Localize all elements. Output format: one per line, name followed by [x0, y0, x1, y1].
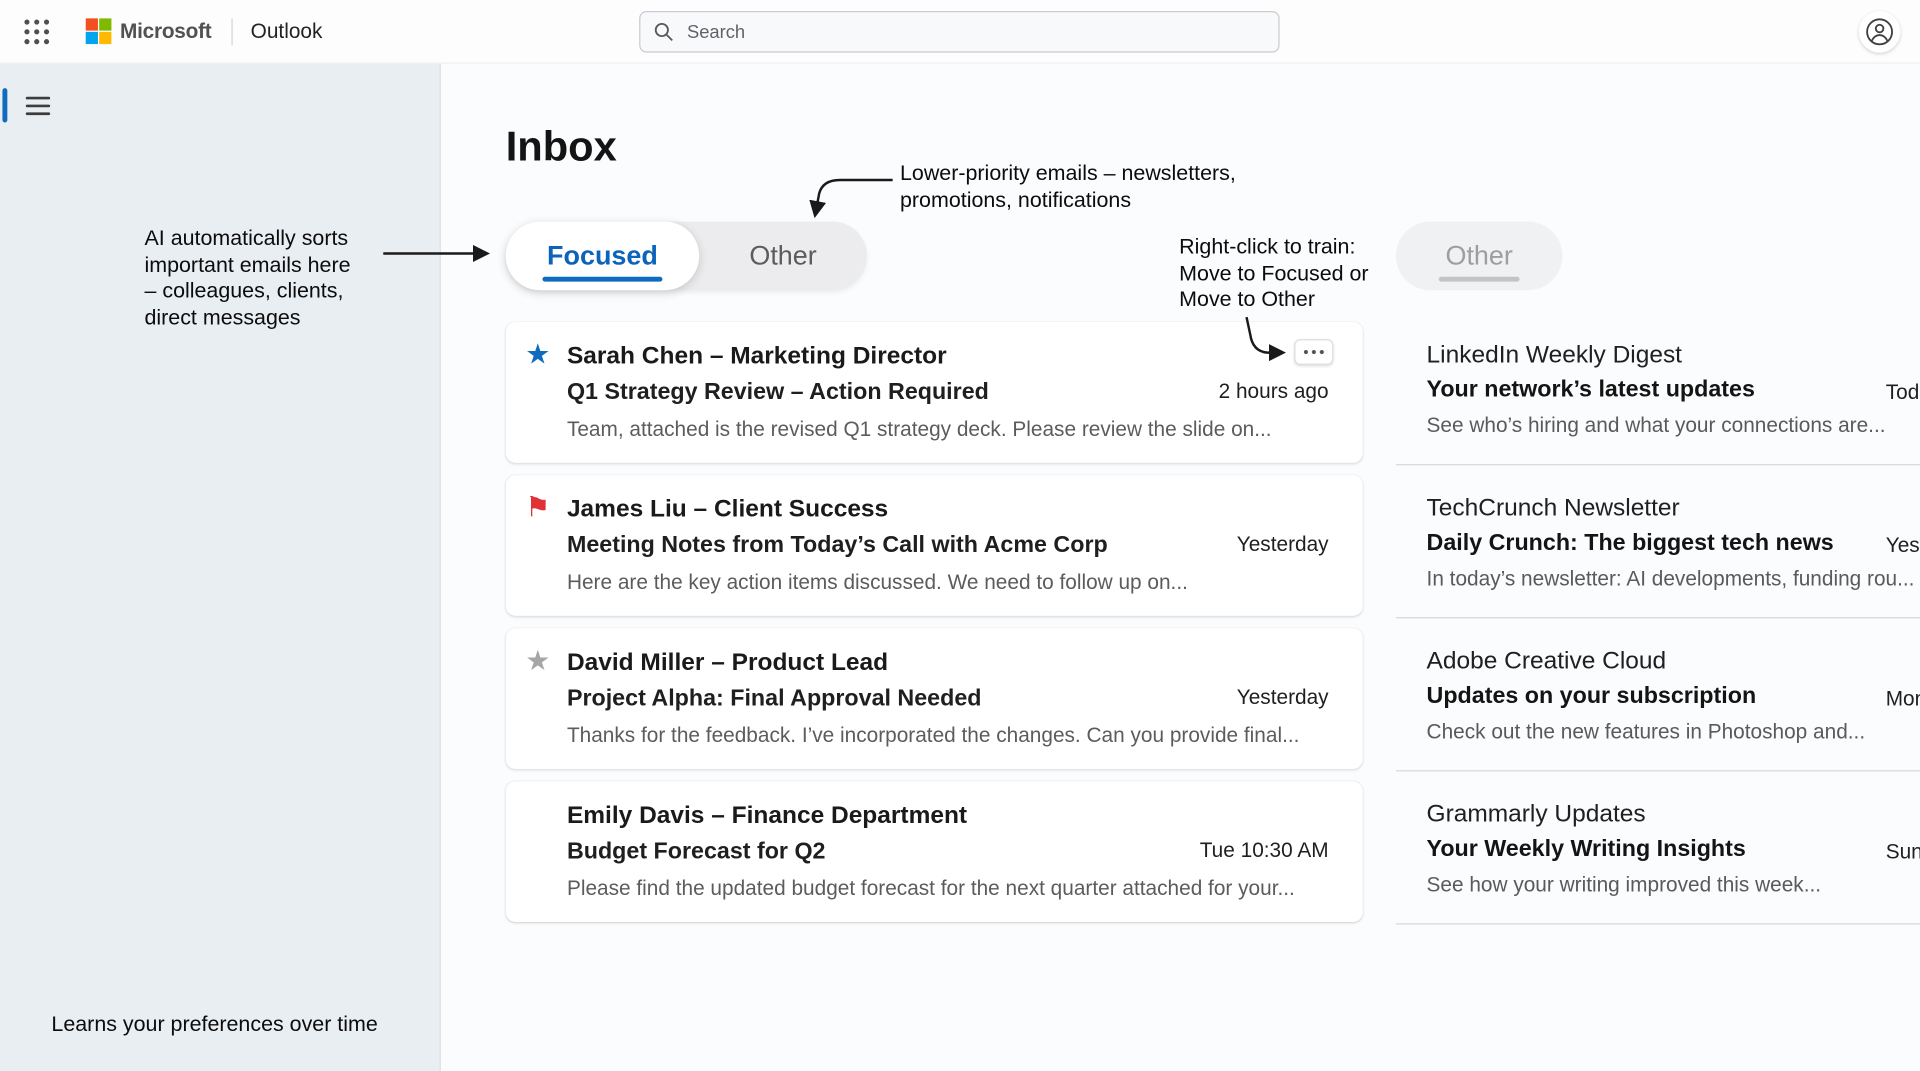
email-time: Yesterday: [1237, 533, 1329, 557]
selection-accent-bar: [2, 88, 7, 122]
app-launcher-grid-icon[interactable]: [20, 14, 54, 48]
email-sender: Grammarly Updates: [1427, 798, 1920, 830]
email-preview: See how your writing improved this week.…: [1427, 869, 1920, 901]
email-card-emily-davis[interactable]: Emily Davis – Finance Department Budget …: [506, 781, 1363, 922]
email-preview: Here are the key action items discussed.…: [567, 566, 1338, 600]
annotation-right-click-train: Right-click to train: Move to Focused or…: [1179, 234, 1368, 313]
search-bar: [639, 11, 1279, 53]
email-subject: Your Weekly Writing Insights: [1427, 834, 1920, 866]
email-preview: In today’s newsletter: AI developments, …: [1427, 563, 1920, 595]
email-preview: See who’s hiring and what your connectio…: [1427, 410, 1920, 442]
brand-divider: [231, 18, 232, 45]
email-subject: Updates on your subscription: [1427, 681, 1920, 713]
person-icon: [1865, 17, 1894, 46]
email-subject: Meeting Notes from Today’s Call with Acm…: [567, 529, 1338, 563]
star-gray-icon[interactable]: [525, 644, 550, 676]
email-sender: David Miller – Product Lead: [567, 645, 1338, 679]
inbox-tab-group: Focused Other: [506, 222, 867, 291]
annotation-learns-preferences: Learns your preferences over time: [51, 1011, 377, 1037]
email-sender: Adobe Creative Cloud: [1427, 645, 1920, 677]
email-time: Today: [1886, 381, 1920, 405]
other-column-header[interactable]: Other: [1396, 222, 1563, 291]
annotation-focused-explainer: AI automatically sorts important emails …: [144, 225, 350, 330]
email-subject: Daily Crunch: The biggest tech news: [1427, 528, 1920, 560]
email-preview: Please find the updated budget forecast …: [567, 872, 1338, 906]
other-email-list: LinkedIn Weekly Digest Your network’s la…: [1396, 312, 1920, 924]
email-time: 2 hours ago: [1219, 380, 1329, 404]
email-sender: Sarah Chen – Marketing Director: [567, 339, 1338, 373]
other-email-techcrunch[interactable]: TechCrunch Newsletter Daily Crunch: The …: [1396, 465, 1920, 618]
email-time: Yesterday: [1237, 686, 1329, 710]
app-title: Outlook: [251, 19, 323, 43]
microsoft-wordmark: Microsoft: [120, 19, 211, 43]
email-sender: TechCrunch Newsletter: [1427, 492, 1920, 524]
tab-other[interactable]: Other: [699, 222, 867, 291]
ellipsis-icon: [1303, 349, 1325, 355]
email-card-david-miller[interactable]: David Miller – Product Lead Project Alph…: [506, 628, 1363, 769]
star-filled-blue-icon[interactable]: [525, 338, 550, 370]
focused-email-list: Sarah Chen – Marketing Director Q1 Strat…: [506, 322, 1363, 922]
more-actions-button[interactable]: [1294, 339, 1333, 365]
outlook-window: Microsoft Outlook: [0, 0, 1920, 1071]
other-email-linkedin[interactable]: LinkedIn Weekly Digest Your network’s la…: [1396, 312, 1920, 465]
search-input[interactable]: [639, 11, 1279, 53]
email-time: Yesterday: [1886, 534, 1920, 558]
email-preview: Thanks for the feedback. I’ve incorporat…: [567, 719, 1338, 753]
sidebar: AI automatically sorts important emails …: [0, 64, 441, 1071]
focused-tab-underline: [542, 276, 662, 282]
annotation-other-explainer: Lower-priority emails – newsletters, pro…: [900, 160, 1236, 213]
page-title: Inbox: [506, 124, 617, 172]
microsoft-logo: Microsoft: [86, 18, 212, 44]
top-bar: Microsoft Outlook: [0, 0, 1920, 64]
microsoft-logo-icon: [86, 18, 112, 44]
email-time: Mon: [1886, 687, 1920, 711]
email-preview: Check out the new features in Photoshop …: [1427, 716, 1920, 748]
arrow-to-other-tab: [816, 180, 893, 213]
email-sender: Emily Davis – Finance Department: [567, 798, 1338, 832]
email-sender: LinkedIn Weekly Digest: [1427, 339, 1920, 371]
email-time: Sun: [1886, 840, 1920, 864]
email-card-sarah-chen[interactable]: Sarah Chen – Marketing Director Q1 Strat…: [506, 322, 1363, 463]
email-preview: Team, attached is the revised Q1 strateg…: [567, 413, 1338, 447]
other-header-underline: [1439, 277, 1520, 282]
email-card-james-liu[interactable]: James Liu – Client Success Meeting Notes…: [506, 475, 1363, 616]
search-icon: [654, 22, 674, 42]
email-sender: James Liu – Client Success: [567, 492, 1338, 526]
email-time: Tue 10:30 AM: [1200, 839, 1329, 863]
email-subject: Project Alpha: Final Approval Needed: [567, 682, 1338, 716]
other-email-adobe[interactable]: Adobe Creative Cloud Updates on your sub…: [1396, 618, 1920, 771]
hamburger-menu-icon[interactable]: [22, 89, 54, 121]
other-email-grammarly[interactable]: Grammarly Updates Your Weekly Writing In…: [1396, 771, 1920, 924]
account-profile-button[interactable]: [1859, 11, 1901, 53]
flag-red-icon[interactable]: [525, 491, 550, 523]
email-subject: Your network’s latest updates: [1427, 375, 1920, 407]
tab-focused[interactable]: Focused: [506, 222, 699, 291]
